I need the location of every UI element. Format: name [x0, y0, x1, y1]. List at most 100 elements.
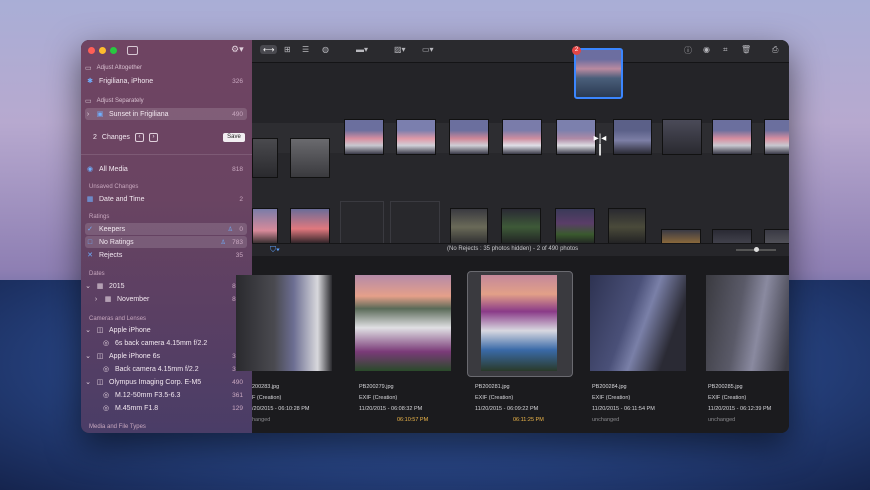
timeline-thumbnail[interactable] [613, 119, 652, 155]
grid-item[interactable] [467, 271, 575, 381]
sidebar-item-sunset-in-frigiliana[interactable]: › ▣ Sunset in Frigiliana 490 [85, 108, 247, 120]
date-source: EXIF (Creation) [592, 395, 631, 401]
sidebar-item-olympus[interactable]: ⌄ ◫ Olympus Imaging Corp. E-M5 490 [85, 376, 247, 388]
crop-icon[interactable]: ⌗ [723, 45, 728, 55]
grid-item[interactable] [702, 271, 789, 381]
photo-grid: 200283.jpg F (Creation) /20/2015 - 06:10… [236, 256, 789, 433]
lens-icon: ◎ [102, 392, 110, 399]
capture-date: 11/20/2015 - 06:11:54 PM [592, 406, 655, 412]
timeline-thumbnail[interactable] [396, 119, 436, 155]
chevron-down-icon[interactable]: ⌄ [85, 326, 91, 334]
timeline-thumbnail[interactable] [252, 138, 278, 178]
timeline-thumbnail[interactable] [662, 119, 702, 155]
photo-thumbnail[interactable] [590, 275, 686, 371]
sidebar-item-2015[interactable]: ⌄ ▦ 2015 818 [85, 280, 247, 292]
camera-icon: ◫ [96, 353, 104, 360]
capture-date: /20/2015 - 06:10:28 PM [252, 406, 310, 412]
sidebar-item-lens[interactable]: ◎ M.12-50mm F3.5-6.3 361 [101, 389, 247, 401]
timeline-thumbnail[interactable] [555, 208, 595, 246]
new-time: 06:10:57 PM [397, 417, 429, 423]
save-button[interactable]: Save [223, 133, 245, 142]
date-source: F (Creation) [252, 395, 282, 401]
sidebar-item-rejects[interactable]: ✕ Rejects 35 [85, 249, 247, 261]
chevron-right-icon[interactable]: › [85, 111, 91, 118]
window-controls [88, 47, 117, 54]
timeline-thumbnail[interactable] [502, 119, 542, 155]
timeline-thumbnail[interactable] [608, 208, 646, 246]
photo-thumbnail[interactable] [706, 275, 789, 371]
zoom-slider-knob[interactable] [754, 247, 759, 252]
zoom-slider[interactable] [736, 247, 776, 252]
timeline-view-icon[interactable]: ⟷ [260, 45, 278, 54]
sidebar-item-lens[interactable]: ◎ M.45mm F1.8 129 [101, 402, 247, 414]
timeline-thumbnail[interactable] [344, 119, 384, 155]
zoom-button[interactable] [110, 47, 117, 54]
trash-icon[interactable]: 🗑 [741, 45, 751, 54]
timeline-thumbnail[interactable] [290, 138, 330, 178]
timeline-thumbnail[interactable] [449, 119, 489, 155]
resize-cursor-icon: ▸|◂ ┃ [593, 133, 607, 156]
checkmark-icon: ✓ [87, 226, 93, 233]
photo-stack-icon: ▣ [96, 111, 104, 118]
close-button[interactable] [88, 47, 95, 54]
changes-navigator: 2 Changes ‹ › [93, 133, 158, 142]
photo-thumbnail[interactable] [481, 275, 557, 371]
person-icon: ♙ [220, 239, 226, 246]
sidebar-item-november[interactable]: › ▦ November 818 [93, 293, 247, 305]
sidebar-item-no-ratings[interactable]: □ No Ratings ♙ 783 [85, 236, 247, 248]
chevron-right-icon[interactable]: › [93, 296, 99, 303]
sidebar-toggle-icon[interactable] [127, 46, 138, 55]
folder-options-icon[interactable]: ▭▾ [422, 45, 434, 54]
globe-icon[interactable]: ◍ [322, 45, 329, 54]
file-name: 200283.jpg [252, 384, 280, 390]
photo-thumbnail[interactable] [236, 275, 332, 371]
gear-icon: ✱ [87, 78, 93, 85]
minimize-button[interactable] [99, 47, 106, 54]
sidebar-item-lens[interactable]: ◎ Back camera 4.15mm f/2.2 326 [101, 363, 247, 375]
grid-item-caption: PB200281.jpg EXIF (Creation) 11/20/2015 … [475, 382, 544, 426]
sidebar-item-keepers[interactable]: ✓ Keepers ♙ 0 [85, 223, 247, 235]
calendar-icon: ▦ [96, 283, 104, 290]
filter-icon[interactable]: ⛉▾ [270, 245, 280, 255]
grid-item[interactable] [232, 271, 340, 381]
sidebar-item-frigiliana-iphone[interactable]: ✱ Frigiliana, iPhone 326 [85, 75, 247, 87]
sidebar-item-lens[interactable]: ◎ 6s back camera 4.15mm f/2.2 2 [101, 337, 247, 349]
chevron-down-icon[interactable]: ⌄ [85, 282, 91, 290]
gear-icon[interactable]: ⚙▾ [231, 44, 244, 55]
timeline-thumbnail[interactable] [252, 208, 278, 246]
section-adjust-separately: ▭ Adjust Separately [85, 98, 144, 105]
grid-item[interactable] [586, 271, 694, 381]
timeline-thumbnail[interactable] [450, 208, 488, 246]
file-name: PB200281.jpg [475, 384, 510, 390]
camera-icon: ◫ [96, 379, 104, 386]
photo-thumbnail[interactable] [355, 275, 451, 371]
chevron-down-icon[interactable]: ⌄ [85, 352, 91, 360]
sidebar-item-apple-iphone-6s[interactable]: ⌄ ◫ Apple iPhone 6s 326 [85, 350, 247, 362]
next-change-button[interactable]: › [148, 133, 158, 142]
grid-item-caption: PB200285.jpg EXIF (Creation) 11/20/2015 … [708, 382, 771, 426]
chevron-down-icon[interactable]: ⌄ [85, 378, 91, 386]
timeline-thumbnail[interactable] [501, 208, 541, 246]
dragged-photo[interactable]: 2 [572, 46, 623, 99]
section-unsaved-changes: Unsaved Changes [89, 184, 139, 190]
image-options-icon[interactable]: ▨▾ [394, 45, 406, 54]
sidebar-item-date-and-time[interactable]: ▦ Date and Time 2 [85, 193, 247, 205]
file-name: PB200279.jpg [359, 384, 394, 390]
capture-date: 11/20/2015 - 06:12:39 PM [708, 406, 772, 412]
grid-item[interactable] [351, 271, 459, 381]
eye-icon[interactable]: ◉ [703, 45, 710, 54]
sidebar-item-apple-iphone[interactable]: ⌄ ◫ Apple iPhone 2 [85, 324, 247, 336]
timeline-thumbnail[interactable] [712, 119, 752, 155]
grid-view-icon[interactable]: ⊞ [284, 45, 291, 54]
sidebar-item-all-media[interactable]: ◉ All Media 818 [85, 163, 247, 175]
inbox-icon[interactable]: ⎙ [772, 45, 778, 55]
timeline-thumbnail[interactable] [290, 208, 330, 246]
list-view-icon[interactable]: ☰ [302, 45, 309, 54]
previous-change-button[interactable]: ‹ [134, 133, 144, 142]
info-icon[interactable]: ⓘ [684, 45, 692, 56]
timeline-thumbnail[interactable] [764, 119, 789, 155]
capture-date: 11/20/2015 - 06:08:32 PM [359, 406, 423, 412]
display-options-icon[interactable]: ▬▾ [356, 45, 368, 54]
timeline[interactable]: ▸|◂ ┃ [252, 63, 789, 267]
grid-item-caption: 200283.jpg F (Creation) /20/2015 - 06:10… [252, 382, 309, 426]
